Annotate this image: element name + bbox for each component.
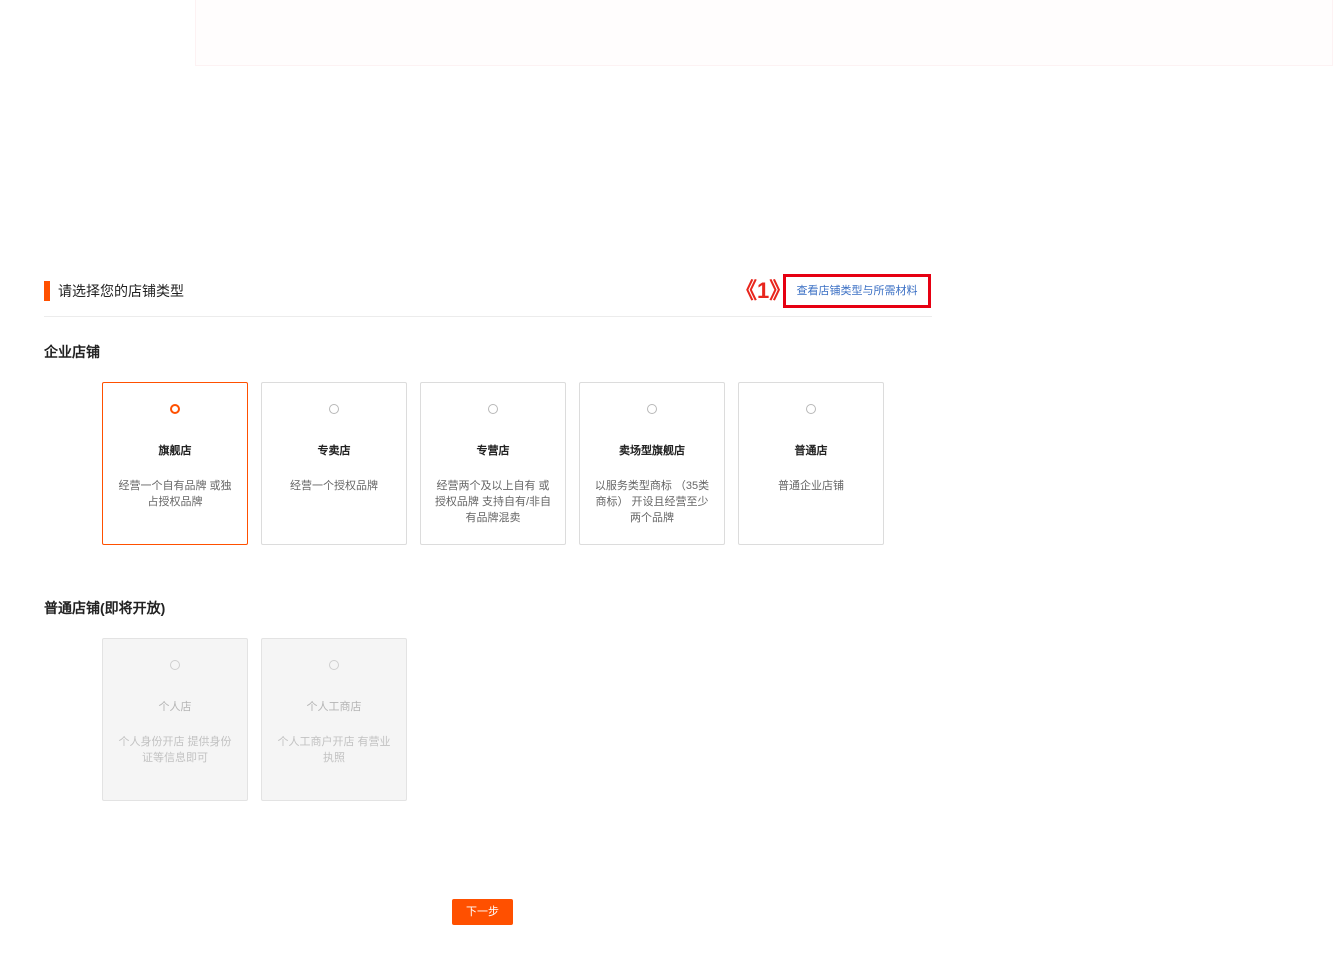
card-title: 普通店 bbox=[794, 445, 828, 457]
card-title: 个人店 bbox=[158, 701, 192, 713]
store-type-card-individual-business: 个人工商店 个人工商户开店 有营业执照 bbox=[261, 638, 407, 801]
radio-icon[interactable] bbox=[647, 404, 657, 414]
store-type-card-mall-flagship[interactable]: 卖场型旗舰店 以服务类型商标 （35类商标） 开设且经营至少两个品牌 bbox=[579, 382, 725, 545]
card-title: 个人工商店 bbox=[306, 701, 362, 713]
card-description: 经营两个及以上自有 或授权品牌 支持自有/非自有品牌混卖 bbox=[434, 480, 552, 524]
card-title: 专卖店 bbox=[317, 445, 351, 457]
store-type-card-flagship[interactable]: 旗舰店 经营一个自有品牌 或独占授权品牌 bbox=[102, 382, 248, 545]
card-description: 个人工商户开店 有营业执照 bbox=[277, 736, 391, 764]
card-title: 专营店 bbox=[476, 445, 510, 457]
card-title: 旗舰店 bbox=[158, 445, 192, 457]
section-title: 请选择您的店铺类型 bbox=[58, 283, 184, 299]
radio-icon[interactable] bbox=[488, 404, 498, 414]
page: 请选择您的店铺类型 《1》 查看店铺类型与所需材料 企业店铺 旗舰店 经营一个自… bbox=[0, 0, 1336, 970]
radio-disabled-icon bbox=[329, 660, 339, 670]
enterprise-group-title: 企业店铺 bbox=[44, 344, 100, 360]
personal-group-title: 普通店铺(即将开放) bbox=[44, 600, 166, 616]
card-description: 以服务类型商标 （35类商标） 开设且经营至少两个品牌 bbox=[594, 480, 710, 524]
store-type-card-personal: 个人店 个人身份开店 提供身份证等信息即可 bbox=[102, 638, 248, 801]
card-description: 个人身份开店 提供身份证等信息即可 bbox=[118, 736, 232, 764]
section-header: 请选择您的店铺类型 《1》 查看店铺类型与所需材料 bbox=[44, 274, 932, 317]
radio-icon[interactable] bbox=[329, 404, 339, 414]
store-type-card-specialty[interactable]: 专营店 经营两个及以上自有 或授权品牌 支持自有/非自有品牌混卖 bbox=[420, 382, 566, 545]
top-banner bbox=[195, 0, 1333, 66]
personal-card-row: 个人店 个人身份开店 提供身份证等信息即可 个人工商店 个人工商户开店 有营业执… bbox=[102, 638, 407, 801]
next-step-button[interactable]: 下一步 bbox=[452, 899, 513, 925]
store-type-card-exclusive[interactable]: 专卖店 经营一个授权品牌 bbox=[261, 382, 407, 545]
radio-disabled-icon bbox=[170, 660, 180, 670]
section-accent-bar bbox=[44, 281, 50, 301]
radio-selected-icon[interactable] bbox=[170, 404, 180, 414]
store-type-card-regular[interactable]: 普通店 普通企业店铺 bbox=[738, 382, 884, 545]
card-description: 经营一个授权品牌 bbox=[290, 480, 378, 492]
enterprise-card-row: 旗舰店 经营一个自有品牌 或独占授权品牌 专卖店 经营一个授权品牌 专营店 经营… bbox=[102, 382, 884, 545]
card-title: 卖场型旗舰店 bbox=[619, 445, 685, 457]
card-description: 普通企业店铺 bbox=[778, 480, 844, 492]
store-type-help-link[interactable]: 查看店铺类型与所需材料 bbox=[783, 274, 931, 308]
card-description: 经营一个自有品牌 或独占授权品牌 bbox=[118, 480, 232, 508]
radio-icon[interactable] bbox=[806, 404, 816, 414]
